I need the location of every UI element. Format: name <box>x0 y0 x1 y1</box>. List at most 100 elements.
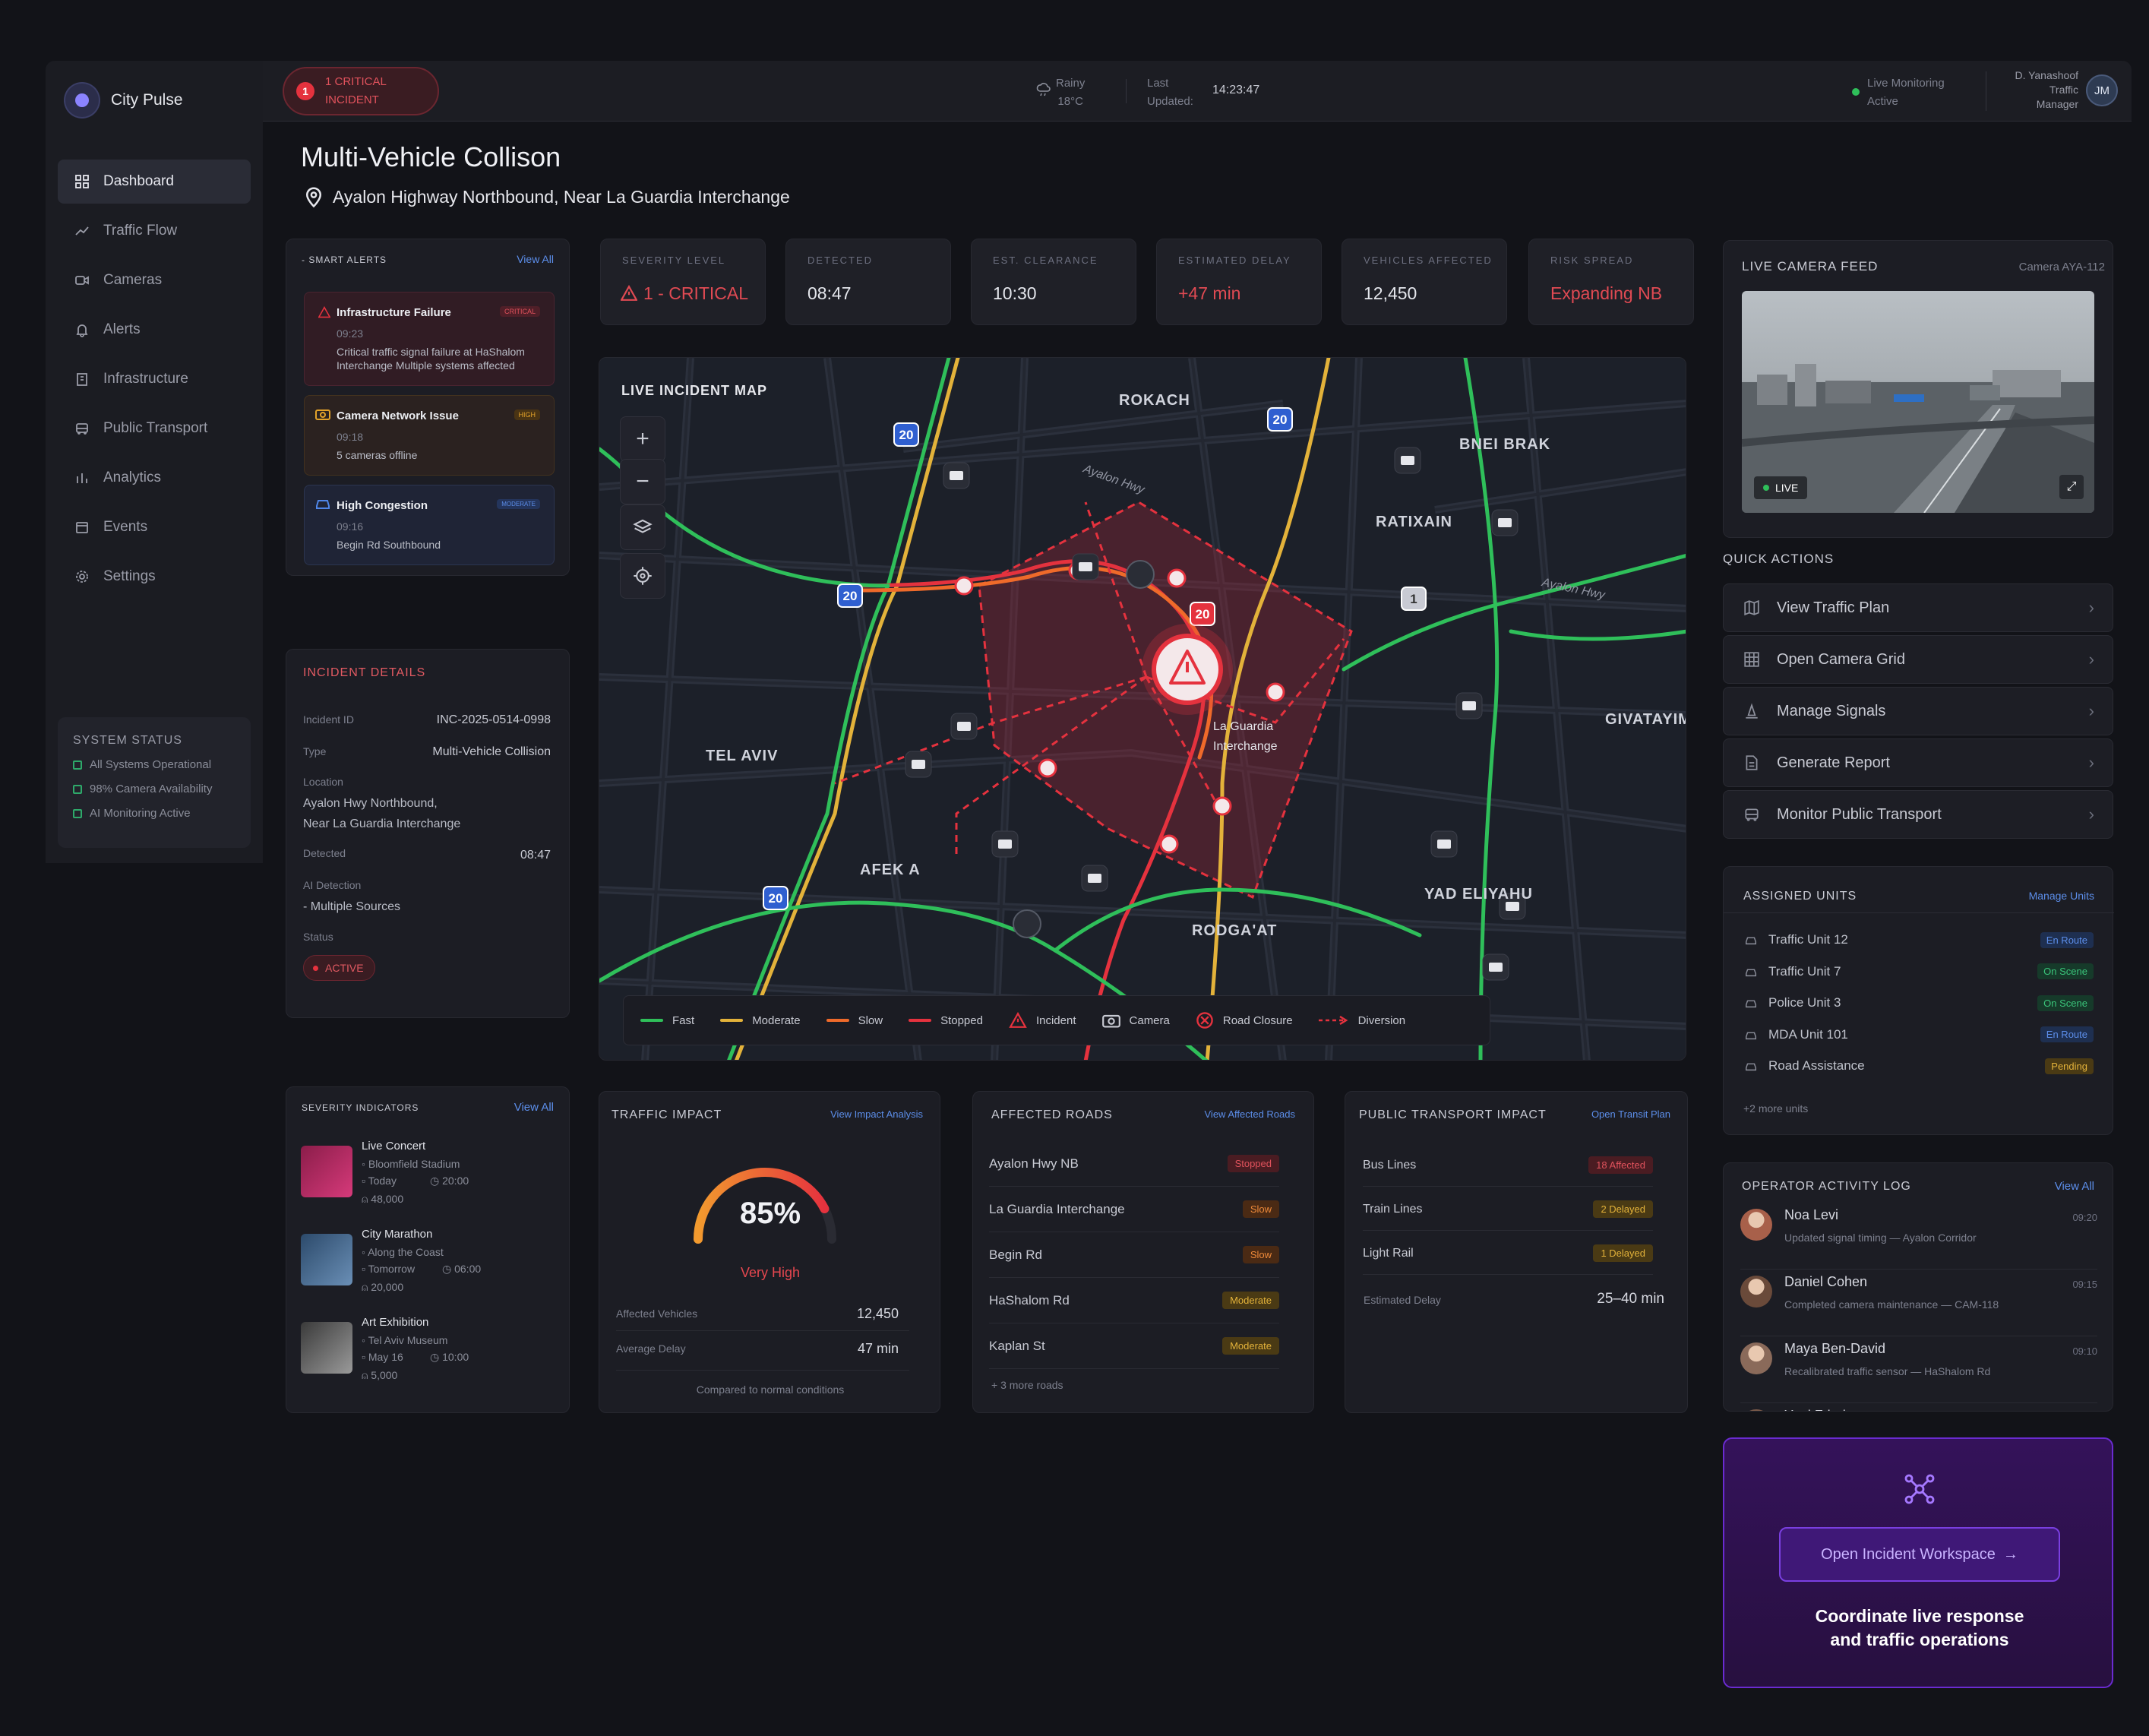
sidebar-item-label: Public Transport <box>103 420 208 436</box>
zoom-out-button[interactable]: − <box>620 459 665 504</box>
avatar <box>1740 1209 1772 1241</box>
activity-item[interactable]: Yael Friedman <box>1740 1405 2097 1411</box>
unit-row[interactable]: Traffic Unit 12 En Route <box>1744 930 2094 950</box>
more-units[interactable]: +2 more units <box>1743 1102 1808 1115</box>
event-count: 20,000 <box>371 1281 404 1293</box>
clock-icon: ◷ <box>430 1351 443 1363</box>
event-place-text: Along the Coast <box>368 1246 444 1258</box>
status-text: ACTIVE <box>325 962 364 974</box>
camera-marker-glyph <box>1079 562 1092 571</box>
road-row[interactable]: La Guardia Interchange Slow <box>989 1187 1279 1232</box>
gauge-value: 85% <box>739 1197 801 1230</box>
open-camera-grid-button[interactable]: Open Camera Grid › <box>1723 635 2113 684</box>
sidebar-item-events[interactable]: Events <box>58 505 251 549</box>
metric-label: EST. CLEARANCE <box>993 255 1098 266</box>
severity-view-all[interactable]: View All <box>514 1101 554 1114</box>
sidebar-item-infrastructure[interactable]: Infrastructure <box>58 357 251 401</box>
route-shield-label: 1 <box>1410 592 1417 606</box>
sidebar-item-alerts[interactable]: Alerts <box>58 308 251 352</box>
manage-units-link[interactable]: Manage Units <box>2029 890 2094 902</box>
smart-alerts-view-all[interactable]: View All <box>517 253 554 265</box>
alert-card-high[interactable]: Camera Network Issue HIGH 09:18 5 camera… <box>304 395 555 476</box>
map-canvas[interactable]: 20 20 20 20 20 1 ROKACH BNEI BRAK RATIXAIN GIVATA… <box>599 358 1686 1061</box>
view-traffic-plan-button[interactable]: View Traffic Plan › <box>1723 583 2113 632</box>
traffic-impact-panel: TRAFFIC IMPACT View Impact Analysis 85% … <box>599 1091 940 1413</box>
activity-view-all-link[interactable]: View All <box>2055 1180 2094 1193</box>
sidebar-item-traffic-flow[interactable]: Traffic Flow <box>58 209 251 253</box>
sidebar-item-cameras[interactable]: Cameras <box>58 258 251 302</box>
unit-row[interactable]: Road Assistance Pending <box>1744 1056 2094 1076</box>
metric-value: 1 - CRITICAL <box>643 283 749 303</box>
map-area-label: GIVATAYIM <box>1605 711 1686 728</box>
event-thumbnail <box>301 1322 352 1374</box>
activity-item[interactable]: Maya Ben-David 09:10 Recalibrated traffi… <box>1740 1338 2097 1403</box>
camera-id: Camera AYA-112 <box>2018 261 2105 274</box>
interchange-label: Interchange <box>1213 740 1278 753</box>
event-item[interactable]: City Marathon ◦ Along the Coast ▫ Tomorr… <box>301 1228 559 1311</box>
people-icon: ⍝ <box>362 1369 371 1381</box>
shield-icon <box>1745 1000 1757 1008</box>
transport-row[interactable]: Train Lines 2 Delayed <box>1363 1188 1653 1231</box>
sidebar-item-public-transport[interactable]: Public Transport <box>58 406 251 451</box>
event-attendance: ⍝ 48,000 <box>362 1193 403 1206</box>
event-item[interactable]: Art Exhibition ◦ Tel Aviv Museum ▫ May 1… <box>301 1316 559 1399</box>
locate-button[interactable] <box>620 553 665 599</box>
monitor-public-transport-button[interactable]: Monitor Public Transport › <box>1723 790 2113 839</box>
interchange-label: La Guardia <box>1213 720 1273 733</box>
pin-icon: ◦ <box>362 1158 368 1170</box>
chevron-right-icon: › <box>2088 701 2094 720</box>
layers-button[interactable] <box>620 504 665 550</box>
transport-row[interactable]: Bus Lines 18 Affected <box>1363 1144 1653 1187</box>
unit-row[interactable]: Police Unit 3 On Scene <box>1744 993 2094 1013</box>
open-transit-plan-link[interactable]: Open Transit Plan <box>1591 1108 1670 1120</box>
event-title: Art Exhibition <box>362 1316 429 1329</box>
unit-row[interactable]: Traffic Unit 7 On Scene <box>1744 962 2094 982</box>
unit-row[interactable]: MDA Unit 101 En Route <box>1744 1025 2094 1045</box>
warning-icon <box>621 285 637 301</box>
impact-level: Very High <box>740 1265 801 1280</box>
view-affected-roads-link[interactable]: View Affected Roads <box>1205 1108 1296 1120</box>
brand[interactable]: City Pulse <box>65 84 183 117</box>
alert-card-critical[interactable]: Infrastructure Failure CRITICAL 09:23 Cr… <box>304 292 555 386</box>
detail-label: Detected <box>303 847 346 859</box>
user-role: Traffic <box>2049 84 2078 96</box>
quick-actions-title: QUICK ACTIONS <box>1723 552 1835 566</box>
user-role: Manager <box>2036 98 2078 110</box>
more-roads[interactable]: + 3 more roads <box>991 1379 1063 1391</box>
sidebar-item-analytics[interactable]: Analytics <box>58 456 251 500</box>
activity-item[interactable]: Daniel Cohen 09:15 Completed camera main… <box>1740 1271 2097 1336</box>
road-row[interactable]: HaShalom Rd Moderate <box>989 1278 1279 1323</box>
user-info[interactable]: D. Yanashoof Traffic Manager <box>1995 68 2078 112</box>
alert-card-moderate[interactable]: High Congestion MODERATE 09:16 Begin Rd … <box>304 485 555 565</box>
impact-value: 12,450 <box>856 1306 899 1321</box>
expand-icon[interactable]: ⤢ <box>2059 475 2084 499</box>
critical-incident-badge[interactable]: 1 1 CRITICAL INCIDENT <box>283 67 439 115</box>
zoom-in-button[interactable]: + <box>620 416 665 462</box>
sidebar-item-settings[interactable]: Settings <box>58 555 251 599</box>
alert-title: High Congestion <box>337 499 428 512</box>
avatar[interactable]: JM <box>2086 74 2118 106</box>
system-status-text: AI Monitoring Active <box>90 807 191 820</box>
metric-card: DETECTED 08:47 <box>785 239 951 325</box>
live-incident-map[interactable]: 20 20 20 20 20 1 ROKACH BNEI BRAK RATIXAIN GIVATA… <box>599 357 1686 1061</box>
road-row[interactable]: Ayalon Hwy NB Stopped <box>989 1141 1279 1187</box>
unit-name: Police Unit 3 <box>1768 995 1841 1010</box>
view-impact-analysis-link[interactable]: View Impact Analysis <box>830 1108 923 1120</box>
road-row[interactable]: Begin Rd Slow <box>989 1232 1279 1278</box>
camera-feed-video[interactable]: LIVE ⤢ <box>1742 291 2094 513</box>
live-dot <box>1763 485 1769 491</box>
camera-marker-glyph <box>912 760 925 769</box>
generate-report-button[interactable]: Generate Report › <box>1723 738 2113 787</box>
sidebar-item-dashboard[interactable]: Dashboard <box>58 160 251 204</box>
cta-line: Coordinate live response <box>1815 1606 2024 1626</box>
metric-label: ESTIMATED DELAY <box>1178 255 1291 266</box>
legend-fast: Fast <box>640 1014 694 1027</box>
event-item[interactable]: Live Concert ◦ Bloomfield Stadium ▫ Toda… <box>301 1140 559 1223</box>
open-incident-workspace-button[interactable]: Open Incident Workspace → <box>1779 1527 2060 1582</box>
event-place-text: Tel Aviv Museum <box>368 1334 448 1346</box>
transport-row[interactable]: Light Rail 1 Delayed <box>1363 1232 1653 1275</box>
road-row[interactable]: Kaplan St Moderate <box>989 1323 1279 1369</box>
manage-signals-button[interactable]: Manage Signals › <box>1723 687 2113 735</box>
activity-item[interactable]: Noa Levi 09:20 Updated signal timing — A… <box>1740 1204 2097 1270</box>
event-time: ◷ 20:00 <box>430 1175 469 1187</box>
